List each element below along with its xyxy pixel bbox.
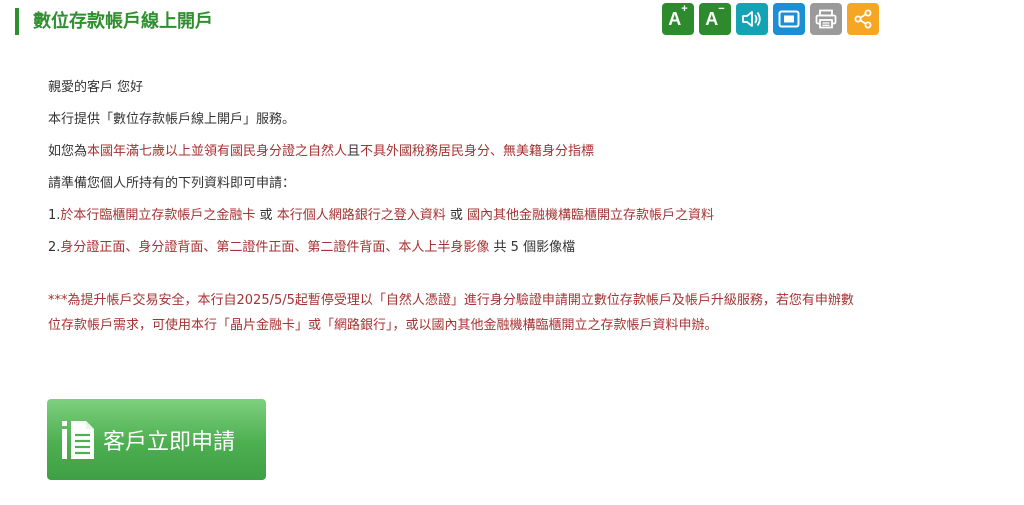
- accessibility-toolbar: A+ A−: [662, 3, 879, 35]
- requirement-item-1: 1.於本行臨櫃開立存款帳戶之金融卡 或 本行個人網路銀行之登入資料 或 國內其他…: [48, 208, 714, 223]
- requirement-item-2: 2.身分證正面、身分證背面、第二證件正面、第二證件背面、本人上半身影像 共 5 …: [48, 240, 576, 255]
- font-increase-icon: A+: [668, 2, 688, 29]
- share-button[interactable]: [847, 3, 879, 35]
- print-icon: [815, 9, 837, 29]
- document-icon: [62, 420, 94, 459]
- apply-now-label: 客戶立即申請: [103, 429, 236, 455]
- font-decrease-button[interactable]: A−: [699, 3, 731, 35]
- apply-now-button[interactable]: 客戶立即申請: [47, 399, 266, 480]
- print-button[interactable]: [810, 3, 842, 35]
- service-text: 本行提供「數位存款帳戶線上開戶」服務。: [48, 112, 296, 127]
- font-decrease-icon: A−: [705, 2, 725, 29]
- screen-icon: [778, 10, 800, 28]
- speaker-icon: [742, 11, 761, 27]
- share-icon: [854, 9, 872, 29]
- intro-content: 親愛的客戶 您好 本行提供「數位存款帳戶線上開戶」服務。 如您為本國年滿七歲以上…: [48, 78, 868, 338]
- eligibility-text: 如您為本國年滿七歲以上並領有國民身分證之自然人且不具外國稅務居民身分、無美籍身分…: [48, 144, 595, 159]
- page-title-bar: 數位存款帳戶線上開戶: [15, 8, 213, 35]
- read-aloud-button[interactable]: [736, 3, 768, 35]
- prepare-text: 請準備您個人所持有的下列資料即可申請：: [48, 176, 296, 191]
- greeting-text: 親愛的客戶 您好: [48, 80, 144, 95]
- security-notice: ***為提升帳戶交易安全，本行自2025/5/5起暫停受理以「自然人憑證」進行身…: [48, 293, 854, 333]
- font-increase-button[interactable]: A+: [662, 3, 694, 35]
- page-title: 數位存款帳戶線上開戶: [33, 11, 213, 32]
- display-mode-button[interactable]: [773, 3, 805, 35]
